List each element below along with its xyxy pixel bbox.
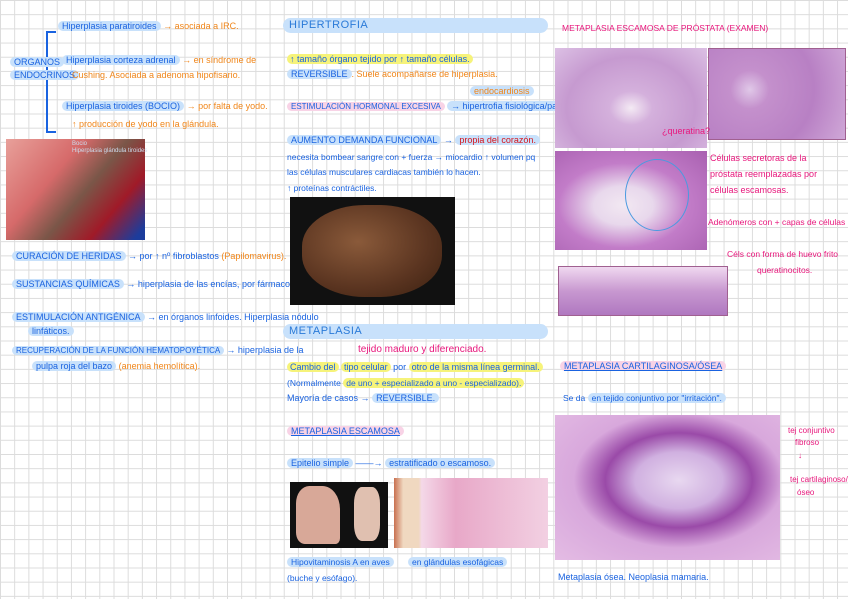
bracket-line — [46, 31, 56, 33]
metaplasia-header: METAPLASIA — [283, 324, 548, 339]
recuperacion-line: RECUPERACIÓN DE LA FUNCIÓN HEMATOPOYÉTIC… — [12, 344, 303, 357]
note-line: las células musculares cardiacas también… — [287, 167, 481, 177]
bracket-line — [46, 32, 48, 132]
prostata-title: METAPLASIA ESCAMOSA DE PRÓSTATA (EXAMEN) — [562, 23, 769, 33]
endocardiosis-note: endocardiosis — [470, 85, 534, 97]
hipertrofia-def: ↑ tamaño órgano tejido por ↑ tamaño célu… — [287, 53, 473, 65]
hipertrofia-header: HIPERTROFIA — [283, 18, 548, 33]
note-line: próstata reemplazadas por — [710, 169, 818, 179]
note-line: ↑ proteínas contráctiles. — [287, 183, 377, 193]
caption-aves-2: (buche y esófago). — [287, 573, 358, 583]
queratina-note: ¿queratina? — [662, 126, 711, 136]
adrenal-note: Cushing. Asociada a adenoma hipofisario. — [72, 70, 241, 80]
paratiroides-line: Hiperplasia paratiroides → asociada a IR… — [58, 20, 239, 32]
endocrinos-label: ENDOCRINOS — [10, 69, 80, 81]
side-note: óseo — [797, 488, 815, 497]
side-note: tej conjuntivo — [788, 426, 835, 435]
note-line: queratinocitos. — [757, 265, 813, 275]
tiroides-line: Hiperplasia tiroides (BOCIO) → por falta… — [62, 100, 268, 112]
metaplasia-escamosa-title: METAPLASIA ESCAMOSA — [287, 425, 404, 437]
tiroides-note: ↑ producción de yodo en la glándula. — [72, 119, 219, 129]
prostata-histology-3 — [555, 151, 707, 250]
adrenal-line: Hiperplasia corteza adrenal → en síndrom… — [62, 54, 256, 66]
se-da-line: Se da en tejido conjuntivo por "irritaci… — [563, 392, 726, 404]
esophagus-photo — [290, 482, 388, 548]
epitelio-line: Epitelio simple ——→ estratificado o esca… — [287, 457, 496, 469]
prostata-histology-2 — [708, 48, 846, 140]
tejido-note: tejido maduro y diferenciado. — [358, 344, 487, 355]
caption-aves: Hipovitaminosis A en aves — [287, 556, 394, 568]
estimulacion-line: ESTIMULACIÓN ANTIGÉNICA → en órganos lin… — [12, 311, 319, 323]
prostata-histology-4 — [558, 266, 728, 316]
recuperacion-line2: pulpa roja del bazo (anemia hemolítica). — [32, 360, 200, 372]
cambio-line: Cambio del tipo celular por otro de la m… — [287, 361, 543, 373]
cartilaginosa-caption: Metaplasia ósea. Neoplasia mamaria. — [558, 572, 709, 582]
organos-label: ORGANOS — [10, 56, 65, 68]
normalmente-line: (Normalmente de uno + especializado a un… — [287, 377, 525, 389]
curacion-line: CURACIÓN DE HERIDAS → por ↑ nº fibroblas… — [12, 250, 286, 262]
photo-caption: Bocio — [72, 141, 88, 147]
note-line: necesita bombear sangre con + fuerza → m… — [287, 152, 536, 162]
side-note: ↓ — [798, 451, 802, 460]
side-note: tej cartilaginoso/ — [790, 475, 848, 484]
heart-photo — [290, 197, 455, 305]
estimulacion-hormonal-line: ESTIMULACIÓN HORMONAL EXCESIVA → hipertr… — [287, 100, 595, 113]
note-line: Células secretoras de la — [710, 153, 807, 163]
note-line: Adenómeros con + capas de células — [708, 217, 846, 227]
caption-glandulas: en glándulas esofágicas — [408, 556, 508, 568]
bocio-photo: Bocio Hiperplasia glándula tiroides — [6, 139, 148, 240]
side-note: fibroso — [795, 438, 820, 447]
cartilaginosa-histology — [555, 415, 780, 560]
histology-esophagus — [394, 478, 548, 548]
estimulacion-line2: linfáticos. — [28, 325, 74, 337]
mayoria-line: Mayoría de casos → REVERSIBLE. — [287, 392, 440, 404]
note-line: Céls con forma de huevo frito — [727, 249, 839, 259]
note-line: células escamosas. — [710, 185, 789, 195]
sustancias-line: SUSTANCIAS QUÍMICAS → hiperplasia de las… — [12, 278, 297, 290]
aumento-line: AUMENTO DEMANDA FUNCIONAL → propia del c… — [287, 134, 540, 146]
reversible-line: REVERSIBLE. Suele acompañarse de hiperpl… — [287, 68, 498, 80]
photo-caption: Hiperplasia glándula tiroides — [72, 148, 148, 154]
bracket-line — [46, 131, 56, 133]
cartilaginosa-title: METAPLASIA CARTILAGINOSA/ÓSEA — [560, 360, 727, 372]
